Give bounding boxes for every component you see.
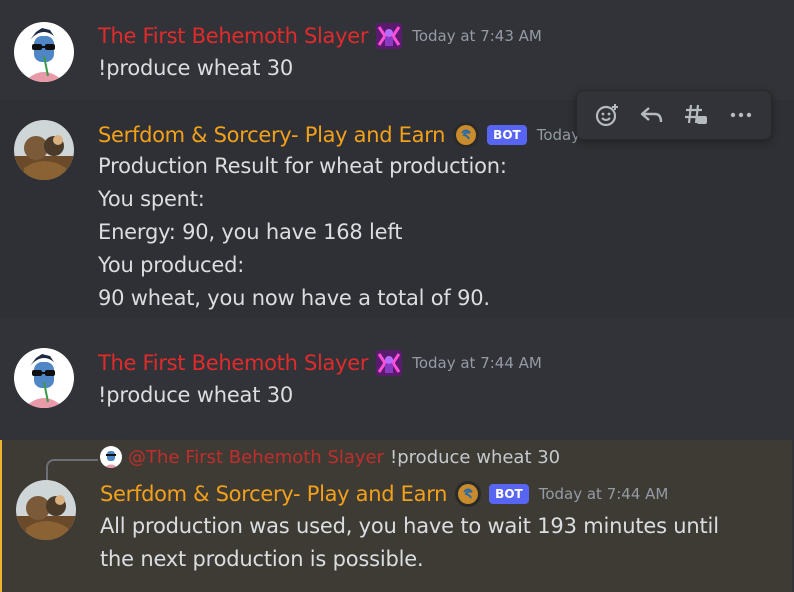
add-reaction-icon[interactable] — [589, 97, 625, 133]
bot-username[interactable]: Serfdom & Sorcery- Play and Earn — [100, 482, 447, 506]
reply-username[interactable]: @The First Behemoth Slayer — [128, 447, 384, 468]
message-text: !produce wheat 30 — [98, 383, 294, 407]
timestamp: Today at 7:44 AM — [538, 485, 669, 503]
message-header: The First Behemoth Slayer Today at 7:44 … — [98, 350, 542, 376]
reply-text: !produce wheat 30 — [390, 446, 561, 468]
message-header: The First Behemoth Slayer Today at 7:43 … — [98, 23, 542, 49]
message-text-line: Production Result for wheat production: — [98, 154, 507, 178]
bot-avatar[interactable] — [16, 480, 76, 540]
bot-tag: BOT — [487, 125, 527, 145]
timestamp: Today at 7:44 AM — [412, 354, 542, 372]
reply-reference[interactable]: @The First Behemoth Slayer !produce whea… — [100, 446, 560, 468]
message-text-line: the next production is possible. — [100, 547, 424, 571]
bot-avatar[interactable] — [14, 120, 74, 180]
server-emoji-icon — [455, 481, 482, 507]
message-text-line: You produced: — [98, 253, 245, 277]
server-emoji-icon — [453, 122, 480, 148]
create-thread-icon[interactable] — [678, 97, 714, 133]
message-4: @The First Behemoth Slayer !produce whea… — [0, 440, 792, 592]
message-text-line: Energy: 90, you have 168 left — [98, 220, 403, 244]
bot-username[interactable]: Serfdom & Sorcery- Play and Earn — [98, 123, 445, 147]
message-text: !produce wheat 30 — [98, 56, 294, 80]
bot-tag: BOT — [489, 484, 529, 504]
role-emoji-icon — [376, 350, 403, 376]
message-text-line: 90 wheat, you now have a total of 90. — [98, 286, 490, 310]
message-text-line: You spent: — [98, 187, 205, 211]
role-emoji-icon — [376, 23, 403, 49]
message-3: The First Behemoth Slayer Today at 7:44 … — [0, 328, 794, 428]
message-1: The First Behemoth Slayer Today at 7:43 … — [0, 0, 794, 100]
user-avatar[interactable] — [14, 348, 74, 408]
user-avatar[interactable] — [14, 22, 74, 82]
timestamp: Today at 7:43 AM — [412, 27, 542, 45]
message-actions-toolbar — [576, 90, 772, 140]
message-header: Serfdom & Sorcery- Play and Earn BOT Tod… — [100, 481, 668, 507]
more-icon[interactable] — [723, 97, 759, 133]
reply-icon[interactable] — [634, 97, 670, 133]
username[interactable]: The First Behemoth Slayer — [98, 351, 369, 375]
username[interactable]: The First Behemoth Slayer — [98, 24, 369, 48]
message-text-line: All production was used, you have to wai… — [100, 514, 719, 538]
reply-avatar — [100, 446, 122, 468]
